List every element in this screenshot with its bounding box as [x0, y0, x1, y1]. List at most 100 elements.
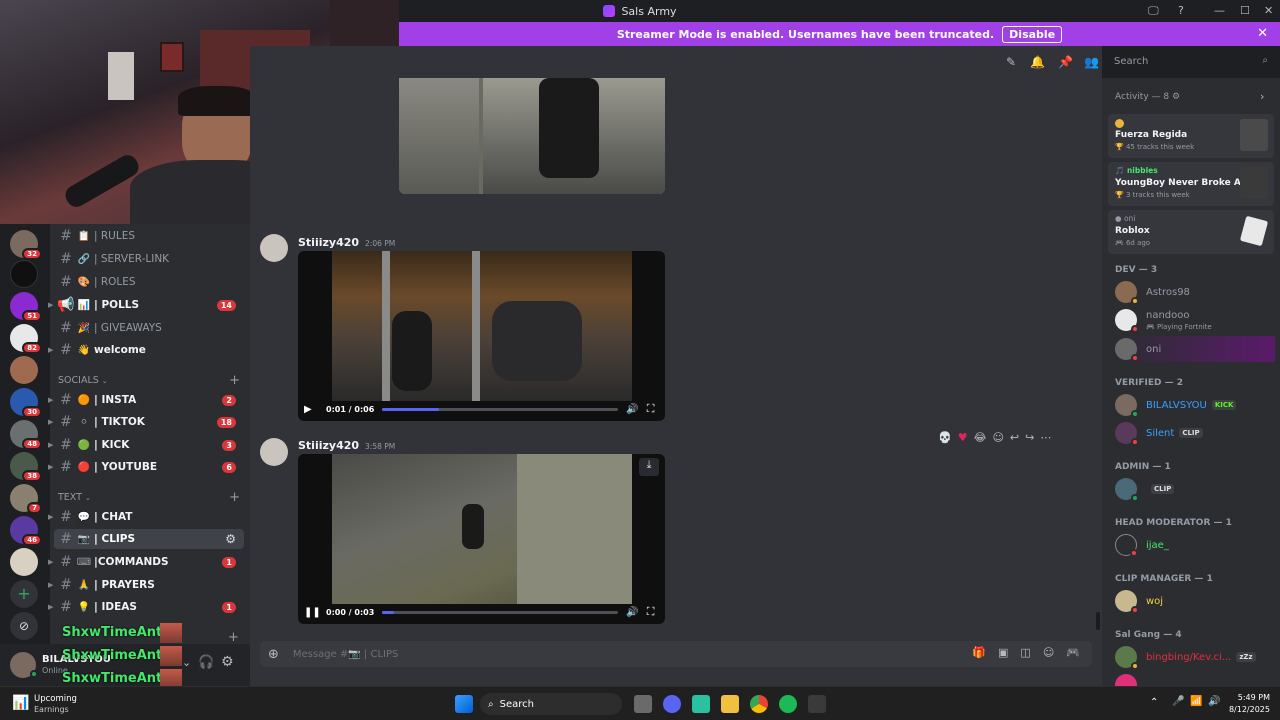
skull-reaction-icon[interactable]: 💀: [938, 431, 952, 444]
disable-button[interactable]: Disable: [1002, 25, 1063, 43]
server-icon[interactable]: 51: [10, 292, 42, 322]
file-explorer-icon[interactable]: [721, 695, 739, 713]
server-icon[interactable]: 46: [10, 516, 42, 546]
member-item[interactable]: Astros98: [1115, 279, 1275, 305]
download-icon[interactable]: ⤓: [639, 458, 659, 476]
scrollbar[interactable]: [1096, 612, 1100, 630]
category-socials[interactable]: SOCIALS ⌄ +: [58, 373, 240, 388]
gift-icon[interactable]: 🎁: [972, 646, 986, 659]
gear-icon[interactable]: ⚙: [221, 654, 234, 670]
message-input[interactable]: ⊕ Message #📷 | CLIPS 🎁 ▣ ◫ ☺ 🎮: [260, 641, 1092, 667]
emoji-icon[interactable]: ☺: [1043, 646, 1054, 659]
channel-prayers[interactable]: ▶ # 🙏 | PRAYERS: [48, 575, 244, 595]
activity-card[interactable]: 🎵 nibbles YoungBoy Never Broke Again 🏆 3…: [1108, 162, 1274, 206]
server-icon[interactable]: 38: [10, 452, 42, 482]
channel-insta[interactable]: ▶ # 🟠 | INSTA 2: [48, 390, 244, 410]
server-icon[interactable]: [10, 356, 38, 384]
gear-icon[interactable]: ⚙: [225, 532, 236, 546]
server-icon[interactable]: [10, 548, 38, 576]
pin-icon[interactable]: 📌: [1058, 55, 1073, 69]
clock-date[interactable]: 8/12/2025: [1224, 705, 1270, 714]
member-item[interactable]: oni: [1115, 336, 1275, 362]
activity-card[interactable]: Fuerza Regida 🏆 45 tracks this week: [1108, 114, 1274, 158]
channel-polls[interactable]: ▶ 📢 📊 | POLLS 14: [48, 295, 244, 315]
member-item[interactable]: [1115, 672, 1275, 686]
channel-giveaways[interactable]: # 🎉 | GIVEAWAYS: [54, 318, 244, 338]
category-text[interactable]: TEXT ⌄ +: [58, 490, 240, 505]
pause-icon[interactable]: ❚❚: [304, 607, 321, 618]
member-item[interactable]: BILALVSYOU KICK: [1115, 392, 1275, 418]
fullscreen-icon[interactable]: ⛶: [647, 605, 655, 619]
member-item[interactable]: nandooo 🎮 Playing Fortnite: [1115, 307, 1275, 333]
video-progress-bar[interactable]: [382, 407, 619, 411]
members-icon[interactable]: 👥: [1084, 55, 1099, 69]
message-avatar[interactable]: [260, 438, 288, 466]
volume-icon[interactable]: 🔊: [626, 607, 638, 618]
video-player[interactable]: ⤓ ❚❚ 0:00 / 0:03 🔊 ⛶: [298, 454, 665, 624]
channel-ideas[interactable]: ▶ # 💡 | IDEAS 1: [48, 597, 244, 617]
message-avatar[interactable]: [260, 234, 288, 262]
play-icon[interactable]: ▶: [304, 404, 316, 415]
add-reaction-icon[interactable]: ☺: [992, 431, 1003, 444]
laugh-reaction-icon[interactable]: 😂: [974, 431, 987, 444]
banner-close-icon[interactable]: ✕: [1257, 26, 1268, 41]
mic-chevron-icon[interactable]: ⌄: [182, 656, 191, 669]
heart-reaction-icon[interactable]: ♥: [958, 431, 968, 444]
message-author[interactable]: Stiiizy420: [298, 236, 359, 249]
more-icon[interactable]: ⋯: [1040, 431, 1051, 444]
chrome-icon[interactable]: [750, 695, 768, 713]
channel-chat[interactable]: ▶ # 💬 | CHAT: [48, 507, 244, 527]
headphones-icon[interactable]: 🎧: [198, 655, 214, 670]
server-icon[interactable]: [10, 260, 38, 288]
discover-icon[interactable]: ⊘: [10, 612, 38, 640]
add-channel-icon[interactable]: +: [229, 373, 240, 388]
channel-rules[interactable]: # 📋 | RULES: [54, 226, 244, 246]
member-item[interactable]: Silent CLIP: [1115, 420, 1275, 446]
search-input[interactable]: Search ⌕: [1108, 53, 1274, 71]
server-icon[interactable]: 48: [10, 420, 42, 450]
add-server-icon[interactable]: +: [10, 580, 38, 608]
bell-icon[interactable]: 🔔: [1030, 55, 1045, 69]
reply-icon[interactable]: ↩: [1010, 431, 1019, 444]
member-item[interactable]: ijae_: [1115, 532, 1275, 558]
activity-card[interactable]: ● oni Roblox 🎮 6d ago: [1108, 210, 1274, 254]
attach-plus-icon[interactable]: ⊕: [268, 647, 279, 662]
video-progress-bar[interactable]: [382, 610, 619, 614]
discord-icon[interactable]: [663, 695, 681, 713]
add-channel-icon[interactable]: +: [229, 490, 240, 505]
channel-roles[interactable]: # 🎨 | ROLES: [54, 272, 244, 292]
inbox-icon[interactable]: 🖵: [1148, 4, 1159, 18]
clock-time[interactable]: 5:49 PM: [1228, 693, 1270, 702]
video-player[interactable]: ▶ 0:01 / 0:06 🔊 ⛶: [298, 251, 665, 421]
help-icon[interactable]: ?: [1178, 4, 1184, 17]
member-item[interactable]: bingbing/Kev.ci... zZz: [1115, 644, 1275, 670]
minimize-button[interactable]: —: [1214, 4, 1225, 17]
channel-server-link[interactable]: # 🔗 | SERVER-LINK: [54, 249, 244, 269]
gif-icon[interactable]: ▣: [998, 646, 1008, 659]
volume-icon[interactable]: 🔊: [1208, 696, 1220, 707]
channel-youtube[interactable]: ▶ # 🔴 | YOUTUBE 6: [48, 457, 244, 477]
channel-welcome[interactable]: ▶ # 👋 welcome: [48, 340, 244, 360]
message-author[interactable]: Stiiizy420: [298, 439, 359, 452]
app-icon[interactable]: [808, 695, 826, 713]
fullscreen-icon[interactable]: ⛶: [647, 402, 655, 416]
chevron-right-icon[interactable]: ›: [1260, 90, 1264, 103]
volume-icon[interactable]: 🔊: [626, 404, 638, 415]
weather-icon[interactable]: 📊: [12, 695, 29, 711]
threads-icon[interactable]: ✎: [1004, 55, 1018, 69]
member-item[interactable]: CLIP: [1115, 476, 1275, 502]
add-channel-icon[interactable]: +: [228, 630, 239, 645]
server-icon[interactable]: 82: [10, 324, 42, 354]
spotify-icon[interactable]: [779, 695, 797, 713]
server-icon[interactable]: 32: [10, 230, 42, 260]
sticker-icon[interactable]: ◫: [1020, 646, 1030, 659]
close-window-button[interactable]: ✕: [1264, 4, 1273, 17]
maximize-button[interactable]: ☐: [1240, 4, 1250, 17]
apps-icon[interactable]: 🎮: [1066, 646, 1080, 659]
wifi-icon[interactable]: 📶: [1190, 696, 1202, 707]
windows-start-icon[interactable]: [455, 695, 473, 713]
mic-icon[interactable]: 🎤: [1172, 696, 1184, 707]
tray-chevron-icon[interactable]: ⌃: [1150, 697, 1158, 708]
member-item[interactable]: woj: [1115, 588, 1275, 614]
forward-icon[interactable]: ↪: [1025, 431, 1034, 444]
